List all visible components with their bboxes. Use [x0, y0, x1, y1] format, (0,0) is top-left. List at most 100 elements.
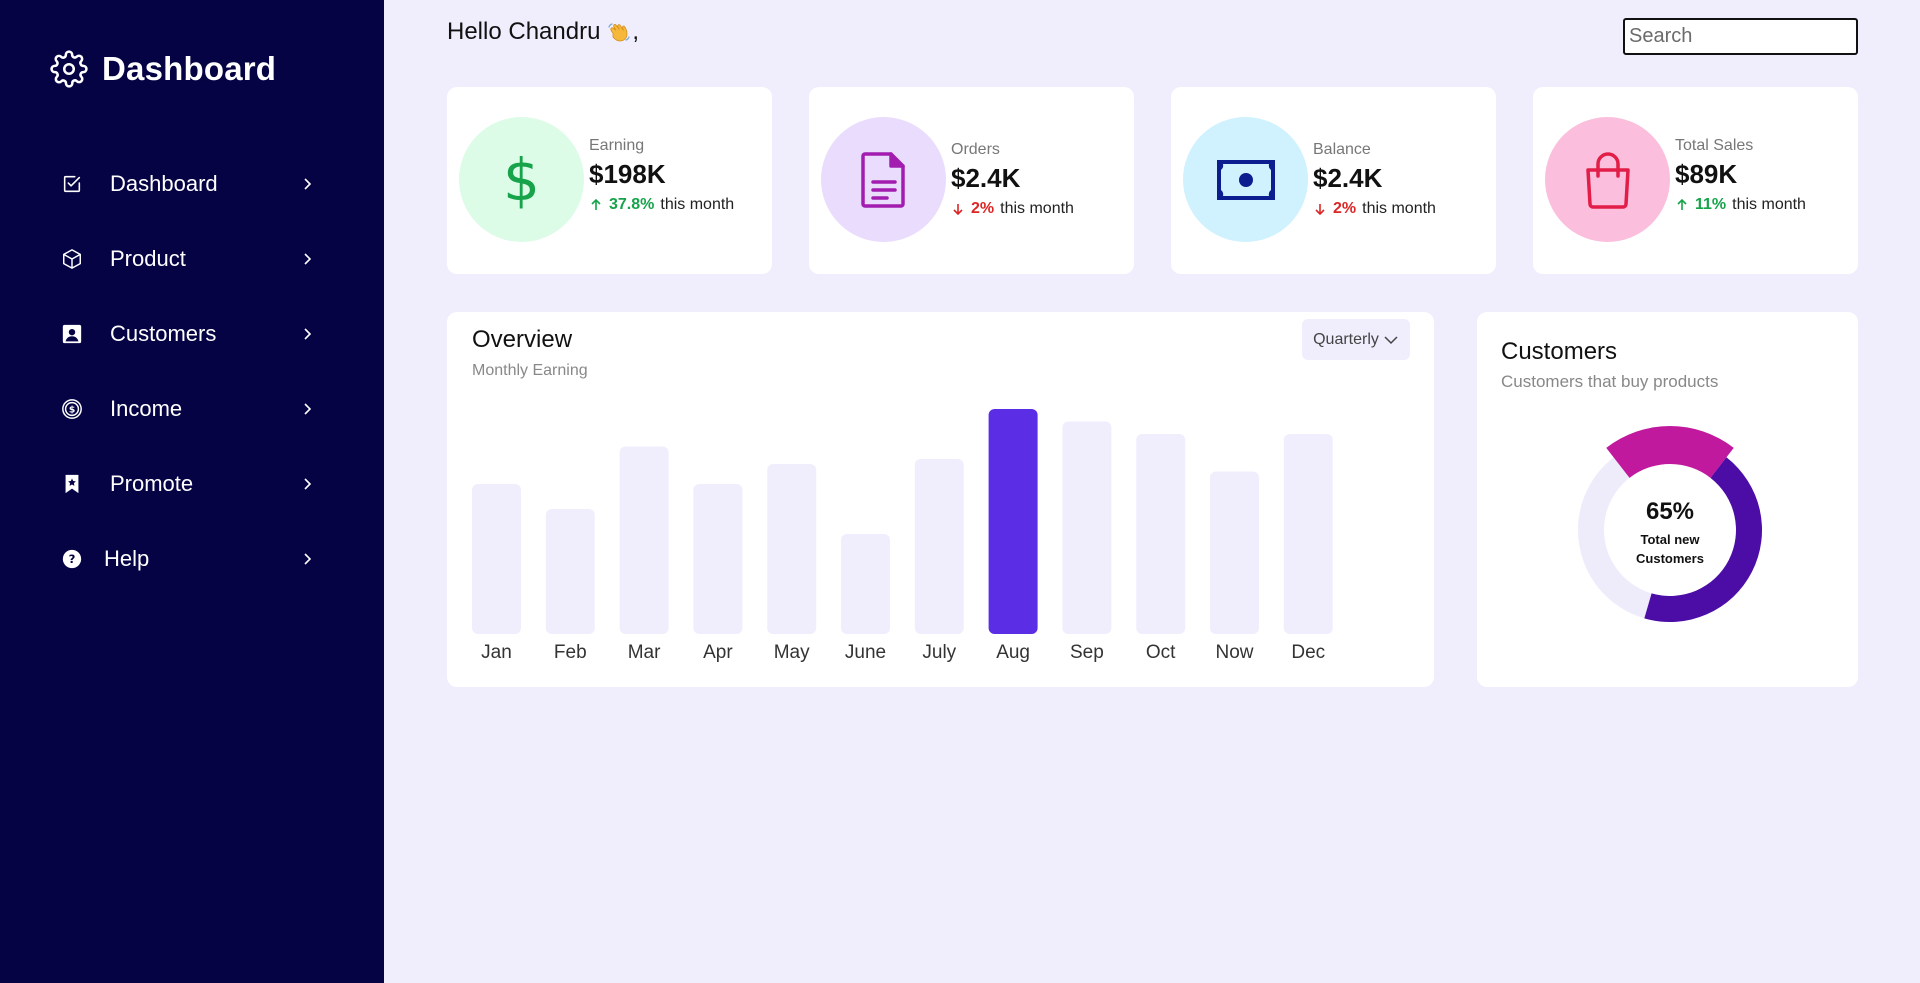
svg-text:$: $ — [69, 404, 75, 415]
x-tick-label: July — [922, 642, 956, 663]
stat-card-earning: $ Earning $198K 37.8% this month — [447, 87, 772, 274]
stat-trend-percent: 37.8% — [609, 196, 655, 213]
x-tick-label: May — [774, 642, 810, 663]
dollar-icon: $ — [503, 145, 540, 214]
chevron-right-icon — [304, 177, 312, 190]
stat-trend-text: this month — [1362, 200, 1436, 217]
arrow-up-icon — [1677, 198, 1687, 210]
chevron-right-icon — [304, 252, 312, 265]
bar-june[interactable] — [841, 534, 890, 634]
arrow-down-icon — [953, 204, 963, 216]
gear-icon — [50, 50, 88, 88]
sidebar-item-label: Help — [104, 545, 150, 571]
brand[interactable]: Dashboard — [50, 50, 276, 88]
x-tick-label: Aug — [996, 642, 1030, 663]
stat-icon-circle — [1545, 117, 1670, 242]
document-icon — [860, 151, 905, 208]
sidebar-nav: Dashboard Product Customers $ Income Pro… — [60, 146, 315, 596]
stat-trend-percent: 11% — [1695, 196, 1727, 213]
stat-trend-text: this month — [1000, 200, 1074, 217]
sidebar: Dashboard Dashboard Product Customers $ … — [0, 0, 384, 983]
x-tick-label: Oct — [1146, 642, 1176, 663]
cube-icon — [60, 247, 84, 271]
arrow-down-icon — [1315, 204, 1325, 216]
overview-title: Overview — [472, 326, 573, 353]
x-tick-label: Sep — [1070, 642, 1104, 663]
bar-now[interactable] — [1210, 471, 1259, 635]
donut-segment-highlight — [1606, 426, 1734, 478]
waving-hand-icon — [608, 23, 631, 42]
stat-trend-text: this month — [1732, 196, 1806, 213]
stat-value: $2.4K — [951, 163, 1021, 193]
sidebar-item-label: Dashboard — [110, 170, 218, 196]
donut-percent: 65% — [1645, 498, 1695, 525]
customers-title: Customers — [1501, 338, 1618, 365]
sidebar-item-promote[interactable]: Promote — [60, 446, 315, 521]
bookmark-star-icon — [60, 472, 84, 496]
stat-card-orders: Orders $2.4K 2% this month — [809, 87, 1134, 274]
checkbox-icon — [60, 172, 84, 196]
sidebar-item-label: Promote — [110, 470, 194, 496]
sidebar-item-customers[interactable]: Customers — [60, 296, 315, 371]
arrow-up-icon — [591, 198, 601, 210]
stat-icon-circle — [821, 117, 946, 242]
svg-text:?: ? — [69, 552, 76, 566]
bar-apr[interactable] — [693, 484, 743, 634]
overview-panel: Jan Feb Mar Apr May June July Aug Sep Oct Now Dec O… — [447, 312, 1434, 687]
bar-jan[interactable] — [472, 484, 521, 634]
bar-dec[interactable] — [1283, 434, 1333, 634]
x-tick-label: Jan — [481, 642, 512, 663]
x-tick-label: Feb — [554, 642, 587, 663]
sidebar-item-label: Income — [110, 395, 183, 421]
donut-label: Total new Customers — [1636, 532, 1704, 566]
stat-icon-circle: $ — [459, 117, 584, 242]
bar-sep[interactable] — [1062, 421, 1112, 635]
chevron-right-icon — [304, 477, 312, 490]
stat-trend: 2% this month — [951, 200, 1074, 218]
stat-label: Orders — [951, 141, 1000, 158]
stat-trend-text: this month — [660, 196, 735, 213]
bar-july[interactable] — [914, 459, 964, 634]
chevron-down-icon — [1384, 335, 1398, 344]
banknote-icon — [1216, 159, 1275, 200]
bar-feb[interactable] — [545, 509, 595, 634]
sidebar-item-help[interactable]: ? Help — [60, 521, 315, 596]
customers-panel: Customers Customers that buy products 65… — [1477, 312, 1858, 687]
stat-value: $2.4K — [1313, 163, 1383, 193]
x-tick-label: June — [845, 642, 886, 663]
bar-oct[interactable] — [1136, 434, 1186, 634]
x-tick-label: Dec — [1291, 642, 1325, 663]
stat-card-total-sales: Total Sales $89K 11% this month — [1533, 87, 1858, 274]
stat-card-balance: Balance $2.4K 2% this month — [1171, 87, 1496, 274]
stat-value: $89K — [1675, 159, 1738, 189]
customers-subtitle: Customers that buy products — [1501, 372, 1719, 391]
stat-trend-percent: 2% — [1333, 200, 1357, 217]
sidebar-item-product[interactable]: Product — [60, 221, 315, 296]
sidebar-item-income[interactable]: $ Income — [60, 371, 315, 446]
bar-may[interactable] — [767, 464, 817, 634]
stat-trend-percent: 2% — [971, 200, 995, 217]
overview-subtitle: Monthly Earning — [472, 362, 588, 379]
greeting: Hello Chandru , — [447, 18, 639, 46]
brand-title: Dashboard — [102, 50, 277, 87]
x-tick-label: Now — [1215, 642, 1253, 663]
dollar-coin-icon: $ — [60, 397, 84, 421]
sidebar-item-dashboard[interactable]: Dashboard — [60, 146, 315, 221]
search-input[interactable] — [1623, 18, 1858, 55]
period-dropdown[interactable]: Quarterly — [1302, 319, 1410, 360]
shopping-bag-icon — [1585, 151, 1630, 209]
chevron-right-icon — [304, 327, 312, 340]
bar-mar[interactable] — [619, 446, 669, 635]
greeting-comma: , — [632, 18, 640, 45]
sidebar-item-label: Customers — [110, 320, 217, 346]
x-tick-label: Mar — [628, 642, 661, 663]
greeting-text: Hello Chandru — [447, 18, 601, 45]
stat-label: Earning — [589, 137, 645, 154]
stat-label: Balance — [1313, 141, 1371, 158]
stat-value: $198K — [589, 159, 666, 189]
stat-icon-circle — [1183, 117, 1308, 242]
period-dropdown-label: Quarterly — [1313, 330, 1379, 348]
question-icon: ? — [60, 547, 84, 571]
stat-label: Total Sales — [1675, 137, 1754, 154]
bar-aug[interactable] — [988, 409, 1038, 634]
